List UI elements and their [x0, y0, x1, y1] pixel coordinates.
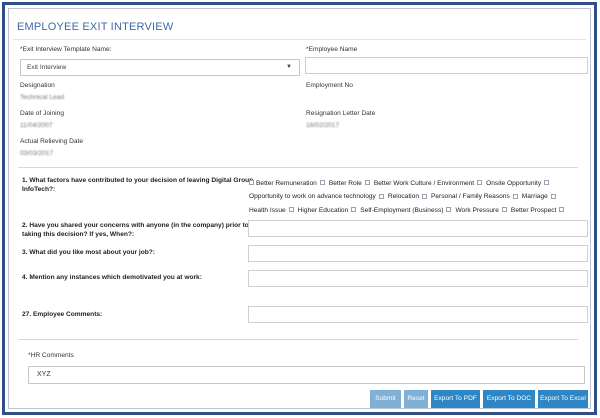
hr-comments-input[interactable]: XYZ [28, 366, 585, 384]
factor-option[interactable]: Higher Education [298, 204, 359, 217]
factor-checkbox[interactable] [378, 193, 384, 199]
factor-option-label: Relocation [387, 193, 419, 201]
question-1-line-2: InfoTech?: [22, 186, 56, 193]
factor-checkbox[interactable] [550, 193, 556, 199]
factor-checkbox-lead[interactable] [249, 180, 254, 186]
designation-value: Technical Lead [20, 94, 64, 101]
date-of-joining-value: 11/04/2007 [20, 122, 53, 129]
hr-comments-label: *HR Comments [28, 352, 74, 359]
factor-option[interactable]: Self-Employment (Business) [360, 204, 453, 217]
factor-option-label: Opportunity to work on advance technolog… [249, 193, 376, 201]
template-name-label: *Exit Interview Template Name: [20, 46, 112, 53]
factor-option[interactable]: Relocation [388, 190, 429, 203]
resignation-letter-date-value: 18/02/2017 [306, 122, 340, 129]
factor-option-label: Marriage [521, 193, 548, 201]
reset-button[interactable]: Reset [404, 390, 428, 408]
factor-option[interactable]: Marriage [522, 190, 558, 203]
employee-comments-input[interactable] [248, 306, 588, 323]
factor-checkbox[interactable] [446, 206, 452, 212]
template-name-value: Exit Interview [27, 64, 67, 71]
section-divider [18, 167, 578, 168]
question-27: 27. Employee Comments: [22, 311, 103, 318]
question-3: 3. What did you like most about your job… [22, 249, 155, 256]
actual-relieving-date-label: Actual Relieving Date [20, 138, 84, 145]
factor-option[interactable]: Personal / Family Reasons [431, 190, 520, 203]
employee-name-input[interactable] [305, 57, 588, 74]
factor-checkbox[interactable] [512, 193, 518, 199]
factor-option[interactable]: Better Remuneration [256, 177, 327, 190]
factor-option[interactable]: Health Issue [249, 204, 296, 217]
question-4: 4. Mention any instances which demotivat… [22, 274, 202, 281]
date-of-joining-label: Date of Joining [20, 110, 64, 117]
hr-comments-value: XYZ [37, 371, 51, 378]
factor-option[interactable]: Better Work Culture / Environment [374, 177, 484, 190]
submit-button[interactable]: Submit [370, 390, 401, 408]
factor-option-label: Onsite Opportunity [486, 180, 542, 187]
factor-option[interactable]: Better Prospect [511, 204, 566, 217]
employment-no-label: Employment No [306, 82, 353, 89]
form-panel: EMPLOYEE EXIT INTERVIEW *Exit Interview … [8, 8, 591, 409]
resignation-letter-date-label: Resignation Letter Date [306, 110, 376, 117]
factor-checkbox[interactable] [421, 193, 427, 199]
actual-relieving-date-value: 03/03/2017 [20, 150, 54, 157]
section-divider-2 [18, 339, 578, 340]
factor-option-label: Work Pressure [455, 206, 499, 214]
factor-checkbox[interactable] [319, 180, 325, 186]
factor-option-label: Personal / Family Reasons [430, 193, 510, 201]
factor-option-label: Better Work Culture / Environment [373, 180, 475, 187]
factor-checkbox[interactable] [364, 180, 370, 186]
question-1-line-1: 1. What factors have contributed to your… [22, 177, 254, 184]
factor-option[interactable]: Work Pressure [455, 204, 508, 217]
question-2-input[interactable] [248, 220, 588, 237]
page-title: EMPLOYEE EXIT INTERVIEW [17, 21, 174, 33]
factor-option-label: Health Issue [249, 206, 286, 214]
question-2-line-2: taking this decision? If yes, When?: [22, 231, 135, 238]
factor-option[interactable]: Onsite Opportunity [486, 177, 551, 190]
factor-checkbox[interactable] [501, 206, 507, 212]
factor-checkbox[interactable] [351, 206, 357, 212]
factor-checkbox[interactable] [477, 180, 483, 186]
title-divider [13, 39, 586, 40]
factor-option-label: Higher Education [297, 206, 349, 214]
question-2: 2. Have you shared your concerns with an… [22, 221, 249, 239]
factor-option-label: Self-Employment (Business) [360, 206, 444, 214]
export-excel-button[interactable]: Export To Excel [538, 390, 588, 408]
question-4-input[interactable] [248, 270, 588, 287]
question-1: 1. What factors have contributed to your… [22, 176, 253, 194]
designation-label: Designation [20, 82, 55, 89]
chevron-down-icon: ▼ [286, 64, 292, 70]
factor-option-label: Better Remuneration [256, 180, 317, 187]
factor-option-label: Better Prospect [510, 206, 557, 214]
factor-checkbox[interactable] [559, 206, 565, 212]
export-pdf-button[interactable]: Export To PDF [431, 390, 480, 408]
page-frame: EMPLOYEE EXIT INTERVIEW *Exit Interview … [2, 2, 597, 415]
factor-checkbox[interactable] [544, 180, 550, 186]
factor-option-label: Better Role [328, 180, 362, 187]
template-name-select[interactable]: Exit Interview ▼ [20, 59, 300, 76]
factor-option[interactable]: Better Role [329, 177, 372, 190]
question-3-input[interactable] [248, 245, 588, 262]
export-doc-button[interactable]: Export To DOC [483, 390, 535, 408]
factor-checkbox[interactable] [288, 206, 294, 212]
question-2-line-1: 2. Have you shared your concerns with an… [22, 222, 249, 229]
employee-name-label: *Employee Name [306, 46, 358, 53]
factor-option[interactable]: Opportunity to work on advance technolog… [249, 190, 386, 203]
